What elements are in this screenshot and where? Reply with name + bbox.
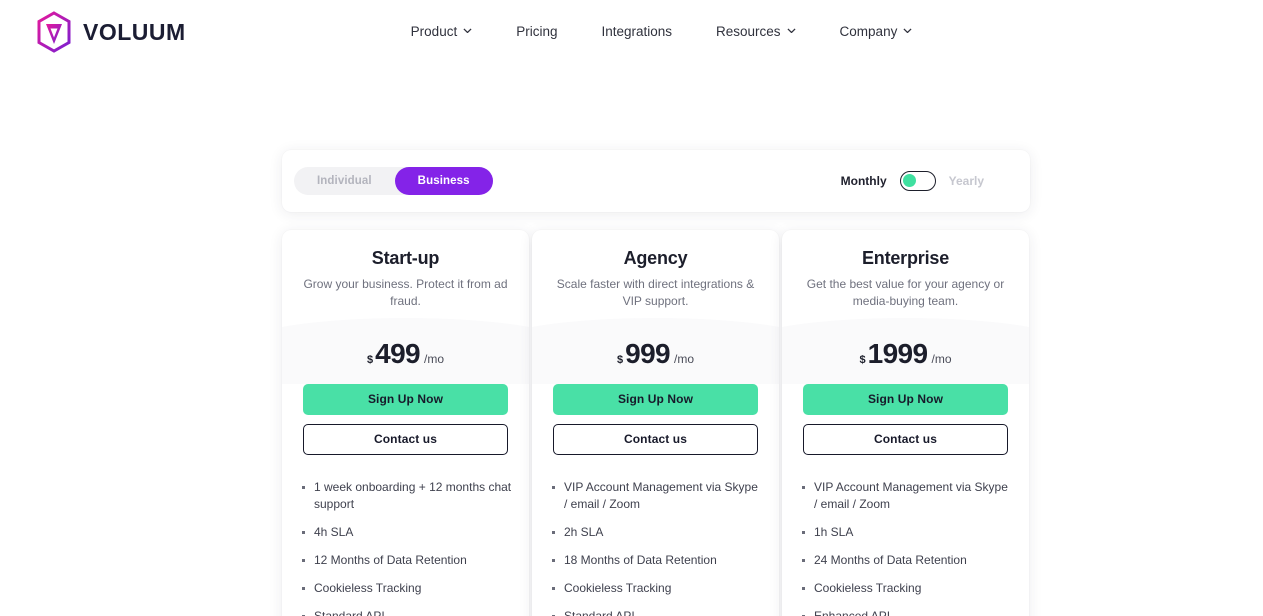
chevron-down-icon [463,28,472,34]
price-section: $ 499 /mo [282,318,529,384]
sign-up-button[interactable]: Sign Up Now [553,384,758,415]
card-header: Start-up Grow your business. Protect it … [282,230,529,318]
sign-up-button[interactable]: Sign Up Now [803,384,1008,415]
pricing-card-enterprise: Enterprise Get the best value for your a… [782,230,1029,616]
audience-toggle-group: Individual Business [294,167,493,195]
main-navigation: Product Pricing Integrations Resources C… [329,16,935,47]
nav-item-integrations[interactable]: Integrations [579,16,694,47]
price-amount: 1999 [867,338,928,369]
pricing-card-agency: Agency Scale faster with direct integrat… [532,230,779,616]
feature-item: 18 Months of Data Retention [552,552,763,569]
nav-label: Product [410,23,458,39]
sign-up-button[interactable]: Sign Up Now [303,384,508,415]
feature-item: 1h SLA [802,524,1013,541]
feature-item: 1 week onboarding + 12 months chat suppo… [302,479,513,513]
nav-item-product[interactable]: Product [389,16,495,47]
price-amount: 499 [375,338,421,369]
chevron-down-icon [787,28,796,34]
currency-symbol: $ [366,354,374,366]
billing-period-switch[interactable] [899,171,936,191]
card-header: Enterprise Get the best value for your a… [782,230,1029,318]
contact-us-button[interactable]: Contact us [553,424,758,455]
price-section: $ 999 /mo [532,318,779,384]
contact-us-button[interactable]: Contact us [303,424,508,455]
currency-symbol: $ [616,354,624,366]
nav-item-pricing[interactable]: Pricing [494,16,579,47]
card-actions: Sign Up Now Contact us [532,384,779,455]
card-actions: Sign Up Now Contact us [782,384,1029,455]
feature-item: Standard API [552,608,763,616]
nav-item-company[interactable]: Company [818,16,935,47]
card-header: Agency Scale faster with direct integrat… [532,230,779,318]
billing-label-monthly[interactable]: Monthly [841,174,887,188]
nav-label: Resources [716,23,781,39]
feature-item: Enhanced API [802,608,1013,616]
plan-description: Grow your business. Protect it from ad f… [303,277,508,308]
pricing-cards: Start-up Grow your business. Protect it … [282,230,1030,616]
price-amount: 999 [625,338,671,369]
feature-item: VIP Account Management via Skype / email… [802,479,1013,513]
nav-item-resources[interactable]: Resources [694,16,818,47]
nav-label: Company [839,23,898,39]
feature-item: 12 Months of Data Retention [302,552,513,569]
plan-name: Enterprise [861,248,950,268]
plan-name: Start-up [371,248,440,268]
price-period: /mo [674,352,695,366]
price-section: $ 1999 /mo [782,318,1029,384]
feature-item: VIP Account Management via Skype / email… [552,479,763,513]
price-period: /mo [424,352,445,366]
audience-option-individual[interactable]: Individual [294,167,395,195]
pricing-controls-panel: Individual Business Monthly Yearly [282,150,1030,212]
feature-list: VIP Account Management via Skype / email… [532,455,779,616]
chevron-down-icon [903,28,912,34]
brand-logo[interactable]: VOLUUM [34,11,186,53]
feature-item: Cookieless Tracking [802,580,1013,597]
plan-description: Scale faster with direct integrations & … [556,277,755,308]
currency-symbol: $ [859,354,866,366]
card-actions: Sign Up Now Contact us [282,384,529,455]
feature-item: 2h SLA [552,524,763,541]
feature-list: VIP Account Management via Skype / email… [782,455,1029,616]
billing-period-toggle: Monthly Yearly [841,171,1014,191]
pricing-card-startup: Start-up Grow your business. Protect it … [282,230,529,616]
feature-item: Standard API [302,608,513,616]
nav-label: Integrations [601,23,673,39]
feature-item: Cookieless Tracking [552,580,763,597]
feature-item: Cookieless Tracking [302,580,513,597]
price-period: /mo [931,352,952,366]
switch-knob [902,174,916,187]
plan-description: Get the best value for your agency or me… [806,277,1005,308]
site-header: VOLUUM Product Pricing Integrations Reso… [0,0,1263,62]
feature-item: 4h SLA [302,524,513,541]
nav-label: Pricing [516,23,558,39]
feature-item: 24 Months of Data Retention [802,552,1013,569]
brand-name: VOLUUM [83,18,186,45]
billing-label-yearly[interactable]: Yearly [949,174,984,188]
audience-option-business[interactable]: Business [394,167,493,195]
feature-list: 1 week onboarding + 12 months chat suppo… [282,455,529,616]
plan-name: Agency [623,248,688,268]
contact-us-button[interactable]: Contact us [803,424,1008,455]
voluum-hexagon-logo-icon [34,11,74,53]
